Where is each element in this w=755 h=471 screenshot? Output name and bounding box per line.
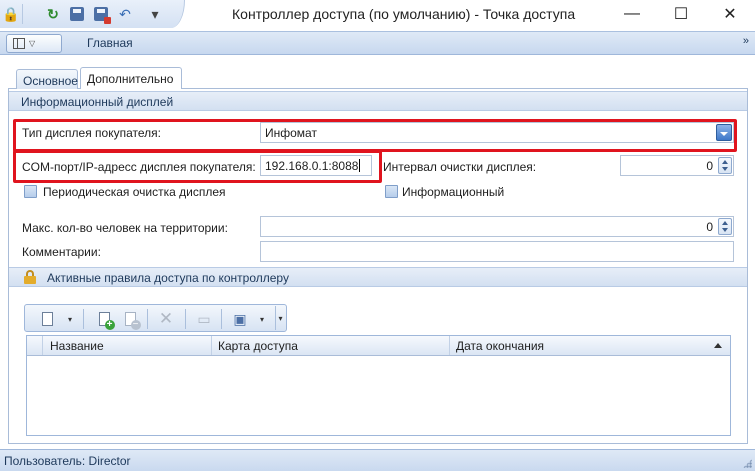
print-dropdown-icon[interactable]: ▾ [257,309,267,329]
quick-access-divider [22,4,23,24]
toolbar-separator [83,309,84,329]
edit-icon[interactable]: ▭ [195,309,213,329]
application-menu-button[interactable]: ▽ [6,34,62,53]
clear-interval-label: Интервал очистки дисплея: [383,160,537,174]
add-icon[interactable] [95,309,115,330]
ribbon-tab-home[interactable]: Главная [87,36,133,50]
panel-icon [13,38,25,49]
new-document-dropdown-icon[interactable]: ▾ [65,309,75,329]
max-people-value: 0 [706,220,713,234]
max-people-stepper[interactable]: 0 [260,216,734,237]
status-bar: Пользователь: Director [0,449,755,471]
close-button[interactable]: ✕ [707,0,753,28]
comments-input[interactable] [260,241,734,262]
grid-header: Название Карта доступа Дата окончания [27,336,730,356]
lock-icon [23,270,37,284]
column-header-access-card[interactable]: Карта доступа [212,336,450,355]
chevron-down-icon: ▽ [29,39,36,48]
quick-access-toolbar: 🔒 ↻ ↶ ▾ [0,0,185,28]
rules-toolbar: ▾ ✕ ▭ ▣ ▾ ▾ [24,304,287,332]
spin-buttons-icon[interactable] [718,157,732,174]
column-header-end-date-label: Дата окончания [456,339,545,353]
save-and-close-icon[interactable] [92,5,111,24]
remove-icon[interactable] [121,309,141,330]
save-icon[interactable] [68,5,86,23]
title-bar: 🔒 ↻ ↶ ▾ Контроллер доступа (по умолчанию… [0,0,755,28]
toolbar-options-icon[interactable]: ▾ [275,306,285,330]
tab-additional[interactable]: Дополнительно [80,67,182,89]
customize-menu-icon[interactable]: ▾ [146,5,164,23]
ribbon-expand-icon[interactable]: » [743,35,749,47]
maximize-button[interactable]: ☐ [658,0,704,28]
row-indicator-header [27,336,43,355]
lock-icon[interactable]: 🔒 [2,5,20,23]
highlight-box-com-port [13,150,382,183]
informational-checkbox[interactable] [385,185,398,198]
column-header-end-date[interactable]: Дата окончания [450,336,730,355]
access-rules-grid[interactable]: Название Карта доступа Дата окончания [26,335,731,436]
toolbar-separator [147,309,148,329]
toolbar-separator [185,309,186,329]
clear-interval-value: 0 [706,159,713,173]
print-icon[interactable]: ▣ [231,309,249,329]
tab-main[interactable]: Основное [16,69,78,89]
comments-label: Комментарии: [22,245,101,259]
periodic-clear-label[interactable]: Периодическая очистка дисплея [43,185,226,199]
minimize-button[interactable]: — [609,0,655,28]
group-header-info-display[interactable]: Информационный дисплей [9,91,747,111]
access-rules-title: Активные правила доступа по контроллеру [47,271,289,285]
window-title: Контроллер доступа (по умолчанию) - Точк… [232,6,576,22]
status-user: Пользователь: Director [4,454,131,468]
periodic-clear-checkbox[interactable] [24,185,37,198]
highlight-box-display-type [13,119,737,152]
toolbar-separator [221,309,222,329]
group-header-access-rules[interactable]: Активные правила доступа по контроллеру [9,267,747,287]
column-header-name[interactable]: Название [44,336,212,355]
refresh-icon[interactable]: ↻ [44,5,62,23]
clear-interval-stepper[interactable]: 0 [620,155,734,176]
resize-grip-icon[interactable] [743,459,752,468]
undo-icon[interactable]: ↶ [116,5,134,23]
informational-label[interactable]: Информационный [402,185,504,199]
spin-buttons-icon[interactable] [718,218,732,235]
ribbon: ▽ Главная » [0,31,755,55]
sort-ascending-icon [714,343,722,348]
new-document-icon[interactable] [39,309,55,329]
max-people-label: Макс. кол-во человек на территории: [22,221,228,235]
delete-icon[interactable]: ✕ [157,309,175,329]
